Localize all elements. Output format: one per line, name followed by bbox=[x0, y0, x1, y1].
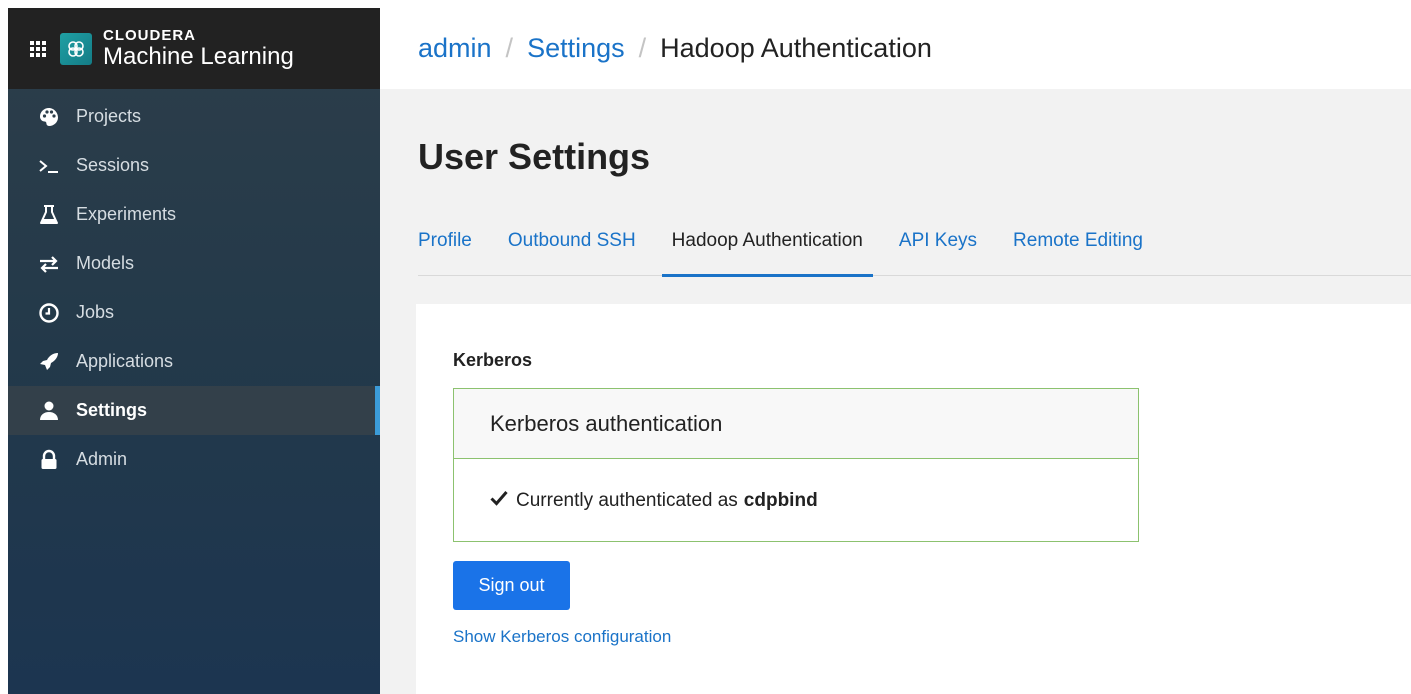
app-grid-icon[interactable] bbox=[30, 40, 46, 57]
brand-company: CLOUDERA bbox=[103, 26, 196, 44]
sidebar-item-label: Experiments bbox=[76, 204, 177, 224]
sidebar-item-models[interactable]: Models bbox=[8, 239, 380, 288]
brand-header: CLOUDERA Machine Learning bbox=[8, 8, 380, 89]
breadcrumb-separator: / bbox=[505, 33, 514, 63]
sidebar-item-applications[interactable]: Applications bbox=[8, 337, 380, 386]
lock-icon bbox=[38, 449, 60, 471]
kerberos-status-box: Kerberos authentication Currently authen… bbox=[453, 388, 1139, 542]
sidebar-item-label: Projects bbox=[76, 106, 142, 126]
app-root: CLOUDERA Machine Learning Projects Sessi… bbox=[0, 0, 1411, 694]
sidebar-item-experiments[interactable]: Experiments bbox=[8, 190, 380, 239]
sidebar-item-sessions[interactable]: Sessions bbox=[8, 141, 380, 190]
main-content: admin / Settings / Hadoop Authentication… bbox=[380, 8, 1411, 694]
cloudera-logo-icon[interactable] bbox=[60, 32, 92, 65]
sidebar-item-admin[interactable]: Admin bbox=[8, 435, 380, 484]
terminal-icon bbox=[38, 155, 60, 177]
sidebar-item-label: Models bbox=[76, 253, 135, 273]
sidebar-item-projects[interactable]: Projects bbox=[8, 92, 380, 141]
page-title: User Settings bbox=[418, 136, 651, 177]
clock-icon bbox=[38, 302, 60, 324]
hadoop-auth-panel: Kerberos Kerberos authentication Current… bbox=[416, 304, 1411, 694]
brand-text[interactable]: CLOUDERA Machine Learning bbox=[103, 26, 294, 70]
sign-out-button[interactable]: Sign out bbox=[453, 561, 570, 610]
tab-api-keys[interactable]: API Keys bbox=[899, 220, 977, 277]
sidebar-item-jobs[interactable]: Jobs bbox=[8, 288, 380, 337]
breadcrumb-separator: / bbox=[638, 33, 647, 63]
breadcrumb-current: Hadoop Authentication bbox=[660, 33, 932, 63]
flask-icon bbox=[38, 204, 60, 226]
brand-product: Machine Learning bbox=[103, 42, 294, 70]
tab-hadoop-authentication[interactable]: Hadoop Authentication bbox=[661, 220, 873, 277]
show-kerberos-config-link[interactable]: Show Kerberos configuration bbox=[453, 627, 671, 647]
status-prefix: Currently authenticated as bbox=[516, 489, 738, 511]
tab-outbound-ssh[interactable]: Outbound SSH bbox=[508, 220, 636, 277]
kerberos-status: Currently authenticated as cdpbind bbox=[454, 459, 1138, 542]
exchange-icon bbox=[38, 253, 60, 275]
sidebar-item-settings[interactable]: Settings bbox=[8, 386, 380, 435]
sidebar-nav: Projects Sessions Experiments Models Job… bbox=[8, 89, 380, 484]
check-icon bbox=[490, 490, 508, 512]
user-icon bbox=[38, 400, 60, 422]
settings-tabs: Profile Outbound SSH Hadoop Authenticati… bbox=[418, 220, 1411, 277]
breadcrumb-admin-link[interactable]: admin bbox=[418, 33, 492, 64]
breadcrumb: admin / Settings / Hadoop Authentication bbox=[380, 8, 1411, 89]
sidebar-item-label: Settings bbox=[76, 400, 148, 420]
tab-profile[interactable]: Profile bbox=[418, 220, 472, 277]
sidebar-item-label: Applications bbox=[76, 351, 174, 371]
kerberos-section-label: Kerberos bbox=[453, 350, 533, 370]
rocket-icon bbox=[38, 351, 60, 373]
tab-remote-editing[interactable]: Remote Editing bbox=[1013, 220, 1143, 277]
sidebar-item-label: Jobs bbox=[76, 302, 115, 322]
sidebar: CLOUDERA Machine Learning Projects Sessi… bbox=[8, 8, 380, 694]
sidebar-item-label: Admin bbox=[76, 449, 128, 469]
sidebar-item-label: Sessions bbox=[76, 155, 150, 175]
breadcrumb-settings-link[interactable]: Settings bbox=[527, 33, 625, 64]
palette-icon bbox=[38, 106, 60, 128]
authenticated-username: cdpbind bbox=[743, 489, 818, 511]
kerberos-box-title: Kerberos authentication bbox=[454, 389, 1138, 459]
